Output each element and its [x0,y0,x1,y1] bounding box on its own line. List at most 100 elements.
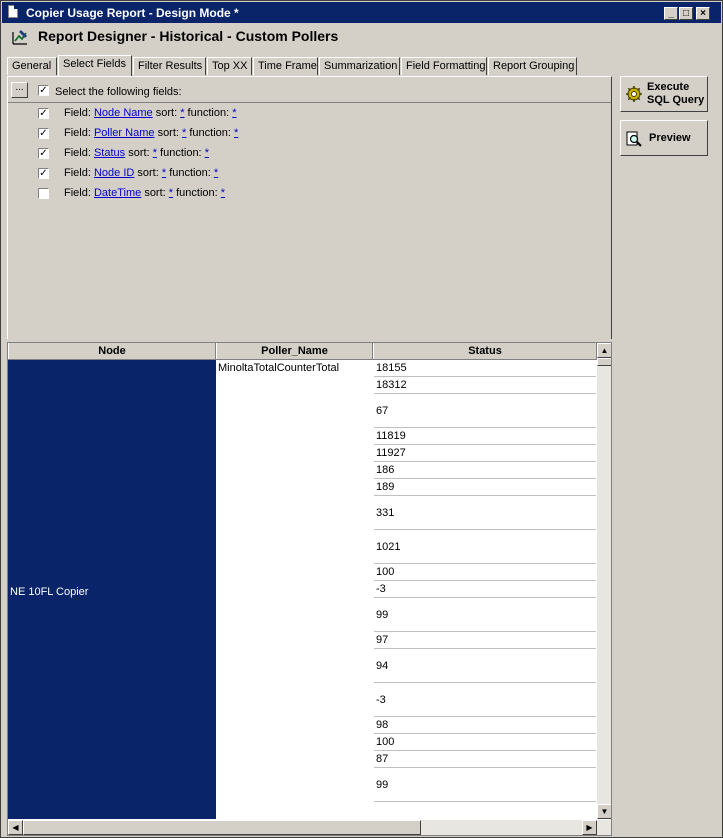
status-value: 331 [376,507,395,519]
tab-select-fields[interactable]: Select Fields [58,55,132,76]
field-name-link[interactable]: Node ID [94,167,134,179]
status-value: 99 [376,609,389,621]
status-value: 67 [376,405,389,417]
document-icon [8,5,18,18]
title-bar[interactable]: Copier Usage Report - Design Mode * _ □ … [2,2,721,23]
ellipsis-button[interactable]: ... [11,82,28,98]
table-row[interactable]: 87 [374,751,596,768]
sort-label: sort: [155,107,178,119]
field-prefix-label: Field: [64,127,91,139]
table-row[interactable]: 189 [374,479,596,496]
table-row[interactable]: -3 [374,581,596,598]
status-value: 87 [376,753,389,765]
function-label: function: [169,167,211,179]
field-checkbox[interactable]: ✓ [38,128,49,139]
horizontal-scroll-thumb[interactable] [23,820,421,835]
table-row[interactable]: 67 [374,394,596,428]
column-header-node[interactable]: Node [8,343,216,359]
tab-summarization[interactable]: Summarization [319,57,400,75]
field-checkbox[interactable]: ✓ [38,168,49,179]
table-row[interactable]: 186 [374,462,596,479]
preview-label: Preview [649,132,691,144]
minimize-button[interactable]: _ [664,7,678,20]
tab-filter-results[interactable]: Filter Results [133,57,206,75]
function-link[interactable]: * [221,187,225,199]
column-header-status[interactable]: Status [373,343,597,359]
table-row[interactable]: -3 [374,683,596,717]
table-row[interactable]: 99 [374,598,596,632]
sort-label: sort: [157,127,179,139]
status-value: 18155 [376,362,407,374]
page-title: Report Designer - Historical - Custom Po… [38,28,339,44]
tab-top-xx[interactable]: Top XX [207,57,252,75]
results-grid: Node Poller_Name Status NE 10FL Copier M… [7,342,612,836]
scroll-right-icon[interactable]: ▶ [582,820,597,835]
sort-link[interactable]: * [182,127,186,139]
function-label: function: [176,187,218,199]
status-value: 100 [376,566,395,578]
select-all-checkbox[interactable]: ✓ [38,85,49,96]
table-row[interactable]: 100 [374,734,596,751]
function-link[interactable]: * [214,167,218,179]
function-link[interactable]: * [205,147,209,159]
node-cell[interactable]: NE 10FL Copier [8,360,216,819]
select-fields-label: Select the following fields: [55,86,182,98]
status-value: 94 [376,660,389,672]
field-prefix-label: Field: [64,107,91,119]
table-row[interactable]: 18155 [374,360,596,377]
table-row[interactable]: 100 [374,564,596,581]
preview-magnifier-icon [626,131,642,147]
function-label: function: [187,107,230,119]
tab-time-frame[interactable]: Time Frame [253,57,318,75]
gear-icon [626,86,642,102]
function-link[interactable]: * [232,107,236,119]
field-name-link[interactable]: Node Name [94,107,153,119]
sort-label: sort: [128,147,150,159]
field-name-link[interactable]: DateTime [94,187,141,199]
scroll-left-icon[interactable]: ◀ [8,820,23,835]
status-value: 189 [376,481,395,493]
sort-link[interactable]: * [180,107,184,119]
horizontal-scrollbar[interactable]: ◀ ▶ [8,820,611,835]
execute-sql-label: Execute SQL Query [647,81,705,106]
close-button[interactable]: × [696,7,710,20]
sort-link[interactable]: * [169,187,173,199]
table-row[interactable]: 97 [374,632,596,649]
function-link[interactable]: * [234,127,238,139]
field-checkbox[interactable]: ✓ [38,148,49,159]
table-row[interactable]: 11927 [374,445,596,462]
vertical-scroll-thumb[interactable] [597,358,611,366]
status-value: 186 [376,464,395,476]
field-prefix-label: Field: [64,167,91,179]
vertical-scrollbar[interactable]: ▲ ▼ [597,343,611,819]
maximize-button[interactable]: □ [679,7,693,20]
status-value: 98 [376,719,389,731]
field-name-link[interactable]: Status [94,147,125,159]
status-value: 99 [376,779,389,791]
tab-general[interactable]: General [7,57,57,75]
poller-name-cell[interactable]: MinoltaTotalCounterTotal [218,362,339,374]
field-name-link[interactable]: Poller Name [94,127,155,139]
preview-button[interactable]: Preview [620,120,708,156]
sort-link[interactable]: * [153,147,157,159]
grid-header: Node Poller_Name Status [8,343,597,360]
tab-report-grouping[interactable]: Report Grouping [488,57,577,75]
column-header-poller-name[interactable]: Poller_Name [216,343,373,359]
field-prefix-label: Field: [64,187,91,199]
field-checkbox[interactable]: ✓ [38,108,49,119]
status-value: 97 [376,634,389,646]
table-row[interactable]: 11819 [374,428,596,445]
tab-field-formatting[interactable]: Field Formatting [401,57,487,75]
table-row[interactable]: 99 [374,768,596,802]
field-checkbox[interactable] [38,188,49,199]
scroll-down-icon[interactable]: ▼ [597,804,611,819]
table-row[interactable]: 1021 [374,530,596,564]
table-row[interactable]: 18312 [374,377,596,394]
table-row[interactable]: 94 [374,649,596,683]
table-row[interactable]: 98 [374,717,596,734]
scroll-up-icon[interactable]: ▲ [597,343,611,358]
sort-link[interactable]: * [162,167,166,179]
table-row[interactable]: 331 [374,496,596,530]
sort-label: sort: [137,167,159,179]
execute-sql-button[interactable]: Execute SQL Query [620,76,708,112]
